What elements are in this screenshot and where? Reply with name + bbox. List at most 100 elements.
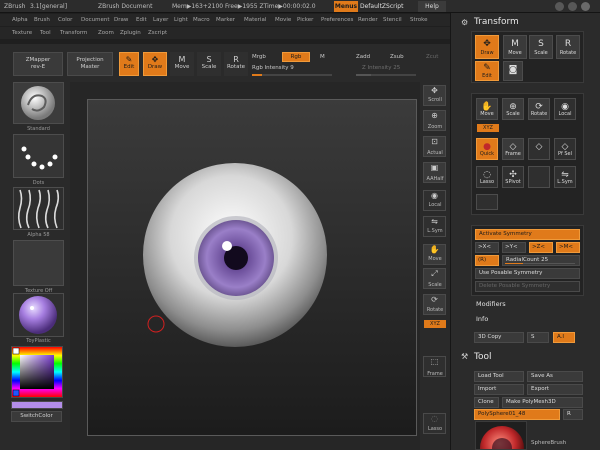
- document-canvas[interactable]: [87, 99, 417, 436]
- gear-icon[interactable]: ⚙: [461, 18, 468, 27]
- brush-standard-thumbnail[interactable]: [13, 82, 64, 124]
- texture-thumbnail[interactable]: [13, 240, 64, 286]
- tool-palette-title[interactable]: Tool: [474, 352, 491, 362]
- panel-edit-button[interactable]: ✎ Edit: [475, 61, 499, 81]
- menu-material[interactable]: Material: [244, 17, 266, 23]
- tool-r-button[interactable]: R: [563, 409, 583, 420]
- radial-r-button[interactable]: (R): [475, 255, 499, 266]
- zsub-button[interactable]: Zsub: [390, 54, 404, 60]
- alpha-thumbnail[interactable]: [13, 187, 64, 230]
- ai-button[interactable]: A.I: [553, 332, 575, 343]
- symmetry-y-button[interactable]: >Y<: [502, 242, 526, 253]
- pfsel-button[interactable]: ◇ Pf Sel: [554, 138, 576, 160]
- menu-preferences[interactable]: Preferences: [321, 17, 353, 23]
- menu-color[interactable]: Color: [58, 17, 72, 23]
- menu-render[interactable]: Render: [358, 17, 378, 23]
- export-button[interactable]: Export: [527, 384, 583, 395]
- secondary-color-swatch[interactable]: [11, 401, 63, 409]
- mrgb-button[interactable]: Mrgb: [252, 54, 266, 60]
- scale-mode-button[interactable]: S Scale: [197, 52, 221, 76]
- symmetry-m-button[interactable]: >M<: [556, 242, 580, 253]
- menu-picker[interactable]: Picker: [297, 17, 313, 23]
- panel-scale-button[interactable]: S Scale: [529, 35, 553, 59]
- panel-draw-button[interactable]: ✥ Draw: [475, 35, 499, 59]
- menu-document[interactable]: Document: [81, 17, 110, 23]
- cube-toggle-button[interactable]: ◇: [528, 138, 550, 160]
- menu-marker[interactable]: Marker: [216, 17, 235, 23]
- panel-move2-button[interactable]: ✋ Move: [476, 98, 498, 120]
- menu-alpha[interactable]: Alpha: [12, 17, 28, 23]
- snapshot-button[interactable]: ◙: [503, 61, 523, 81]
- alpha-label: Alpha 58: [27, 232, 50, 238]
- zadd-button[interactable]: Zadd: [356, 54, 370, 60]
- edit-mode-button[interactable]: ✎ Edit: [119, 52, 139, 76]
- s-button[interactable]: S: [527, 332, 549, 343]
- panel-local-button[interactable]: ◉ Local: [554, 98, 576, 120]
- quick-label: Quick: [479, 151, 495, 157]
- current-tool-thumbnail[interactable]: [475, 421, 527, 450]
- menu-layer[interactable]: Layer: [153, 17, 168, 23]
- lsym-panel-button[interactable]: ⇋ L.Sym: [554, 166, 576, 188]
- material-thumbnail[interactable]: [13, 293, 64, 337]
- symmetry-z-button[interactable]: >Z<: [529, 242, 553, 253]
- radial-count-slider[interactable]: RadialCount 25: [502, 255, 580, 266]
- panel-xyz-button[interactable]: XYZ: [477, 124, 499, 132]
- menu-transform[interactable]: Transform: [60, 30, 87, 36]
- z-intensity-slider[interactable]: [356, 74, 416, 76]
- modifiers-section[interactable]: Modifiers: [476, 300, 506, 308]
- menu-movie[interactable]: Movie: [275, 17, 291, 23]
- menu-light[interactable]: Light: [174, 17, 188, 23]
- info-section[interactable]: Info: [476, 315, 488, 323]
- menu-zscript[interactable]: Zscript: [148, 30, 167, 36]
- clone-button[interactable]: Clone: [474, 397, 499, 408]
- rotate-mode-button[interactable]: R Rotate: [224, 52, 248, 76]
- menu-zplugin[interactable]: Zplugin: [120, 30, 141, 36]
- lasso-panel-button[interactable]: ◌ Lasso: [476, 166, 498, 188]
- stroke-dots-thumbnail[interactable]: [13, 134, 64, 178]
- m-button[interactable]: M: [320, 54, 325, 60]
- rgb-button[interactable]: Rgb: [282, 52, 310, 62]
- menu-texture[interactable]: Texture: [12, 30, 32, 36]
- panel-scale2-button[interactable]: ⊕ Scale: [502, 98, 524, 120]
- spivot-button[interactable]: ✣ SPivot: [502, 166, 524, 188]
- import-button[interactable]: Import: [474, 384, 524, 395]
- draw-mode-button[interactable]: ✥ Draw: [143, 52, 167, 76]
- load-tool-button[interactable]: Load Tool: [474, 371, 524, 382]
- frame-panel-button[interactable]: ◇ Frame: [502, 138, 524, 160]
- menu-stencil[interactable]: Stencil: [383, 17, 402, 23]
- 3d-copy-button[interactable]: 3D Copy: [474, 332, 524, 343]
- color-picker[interactable]: [11, 346, 63, 398]
- panel-move-button[interactable]: M Move: [503, 35, 527, 59]
- menu-edit[interactable]: Edit: [136, 17, 147, 23]
- activate-symmetry-button[interactable]: Activate Symmetry: [475, 229, 580, 240]
- menu-tool[interactable]: Tool: [40, 30, 51, 36]
- make-polymesh-button[interactable]: Make PolyMesh3D: [502, 397, 583, 408]
- menu-stroke[interactable]: Stroke: [410, 17, 428, 23]
- save-as-button[interactable]: Save As: [527, 371, 583, 382]
- xyz-toggle-button[interactable]: XYZ: [424, 320, 446, 328]
- default-zscript-label[interactable]: DefaultZScript: [360, 3, 403, 10]
- current-tool-name[interactable]: PolySphere01_48: [474, 409, 560, 420]
- hammer-icon[interactable]: ⚒: [461, 352, 468, 361]
- menus-toggle-button[interactable]: Menus: [334, 1, 358, 12]
- transform-palette-title[interactable]: Transform: [474, 17, 519, 27]
- move-mode-button[interactable]: M Move: [170, 52, 194, 76]
- quick-button[interactable]: ● Quick: [476, 138, 498, 160]
- zcut-button[interactable]: Zcut: [426, 54, 438, 60]
- menu-macro[interactable]: Macro: [193, 17, 210, 23]
- minimize-icon[interactable]: [555, 2, 564, 11]
- projection-master-button[interactable]: Projection Master: [67, 52, 113, 76]
- rgb-intensity-slider[interactable]: [252, 74, 332, 76]
- menu-draw[interactable]: Draw: [114, 17, 128, 23]
- use-posable-symmetry-button[interactable]: Use Posable Symmetry: [475, 268, 580, 279]
- close-icon[interactable]: [581, 2, 590, 11]
- help-button[interactable]: Help: [418, 1, 446, 12]
- panel-rotate2-button[interactable]: ⟳ Rotate: [528, 98, 550, 120]
- switch-color-button[interactable]: SwitchColor: [11, 411, 62, 422]
- menu-zoom[interactable]: Zoom: [98, 30, 114, 36]
- panel-rotate-button[interactable]: R Rotate: [556, 35, 580, 59]
- menu-brush[interactable]: Brush: [34, 17, 50, 23]
- zmapper-button[interactable]: ZMapper rev-E: [13, 52, 63, 76]
- maximize-icon[interactable]: [568, 2, 577, 11]
- symmetry-x-button[interactable]: >X<: [475, 242, 499, 253]
